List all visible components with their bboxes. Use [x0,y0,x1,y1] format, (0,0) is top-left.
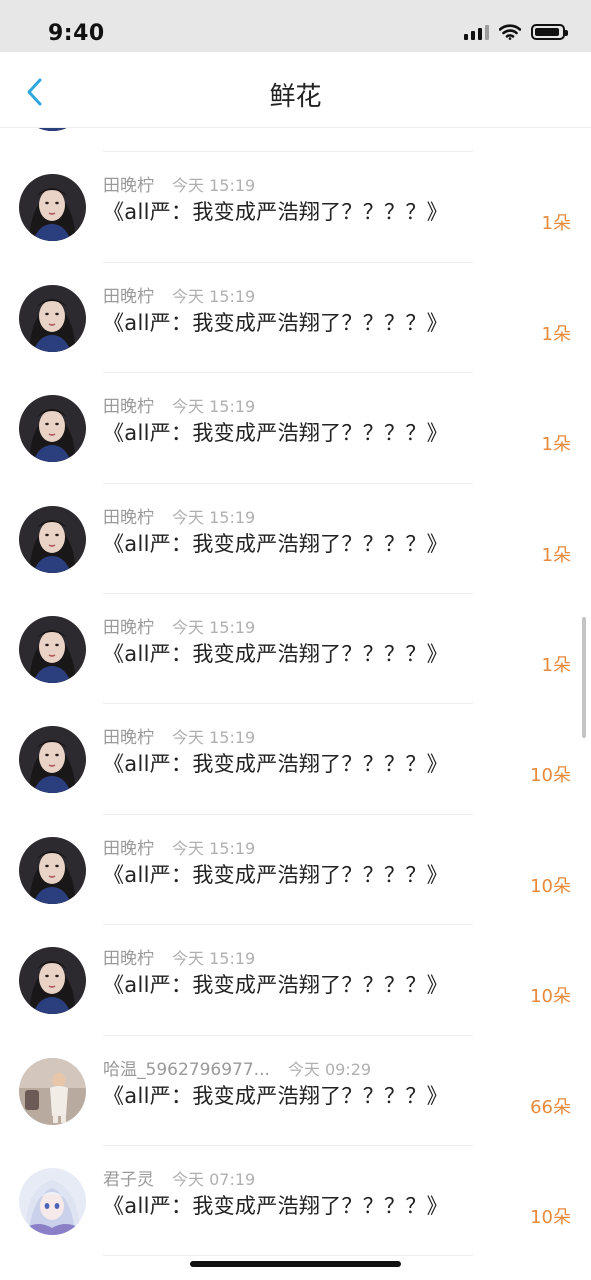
battery-icon [531,24,568,40]
timestamp: 今天 15:19 [172,176,256,196]
status-bar: 9:40 [0,0,591,52]
story-title[interactable]: 《all严：我变成严浩翔了？？？？》 [103,528,448,558]
timestamp: 今天 15:19 [172,728,256,748]
flower-count: 10朵 [530,1206,571,1228]
list-item[interactable]: 田晚柠 今天 15:19 《all严：我变成严浩翔了？？？？》 1朵 [0,152,591,263]
flower-count: 1朵 [541,544,571,566]
timestamp: 今天 09:29 [287,1059,372,1079]
list-item[interactable]: 君子灵 今天 07:19 《all严：我变成严浩翔了？？？？》 10朵 [0,1146,591,1257]
list-item[interactable]: 田晚柠 今天 15:19 《all严：我变成严浩翔了？？？？》 10朵 [0,925,591,1036]
username[interactable]: 田晚柠 [103,392,154,417]
username[interactable]: 田晚柠 [103,503,154,528]
list-item[interactable]: 田晚柠 今天 15:19 《all严：我变成严浩翔了？？？？》 1朵 [0,484,591,594]
item-meta: 君子灵 今天 07:19 [103,1165,255,1190]
flower-count: 1朵 [541,323,571,345]
username[interactable]: 田晚柠 [103,171,154,196]
flower-count: 1朵 [541,654,571,676]
timestamp: 今天 15:19 [172,507,256,527]
story-title[interactable]: 《all严：我变成严浩翔了？？？？》 [103,969,448,999]
flower-count: 10朵 [530,986,571,1008]
avatar[interactable] [19,128,86,131]
avatar[interactable] [19,726,86,794]
item-meta: 田晚柠 今天 15:19 [103,171,255,196]
list-item[interactable]: 《all严：我变成严浩翔了？？？？》 1朵 [0,128,591,153]
signal-icon [464,24,489,40]
list-item[interactable]: 田晚柠 今天 15:19 《all严：我变成严浩翔了？？？？》 10朵 [0,704,591,815]
avatar[interactable] [19,1057,86,1125]
item-meta: 田晚柠 今天 15:19 [103,944,255,969]
timestamp: 今天 07:19 [172,1169,256,1189]
item-meta: 哈温_5962796977... 今天 09:29 [103,1055,371,1080]
story-title[interactable]: 《all严：我变成严浩翔了？？？？》 [103,196,448,226]
list-item[interactable]: 田晚柠 今天 15:19 《all严：我变成严浩翔了？？？？》 1朵 [0,263,591,374]
status-time: 9:40 [48,21,105,46]
story-title[interactable]: 《all严：我变成严浩翔了？？？？》 [103,1080,448,1110]
list-item[interactable]: 哈温_5962796977... 今天 09:29 《all严：我变成严浩翔了？… [0,1036,591,1146]
timestamp: 今天 15:19 [172,838,256,858]
avatar[interactable] [19,836,86,904]
item-meta: 田晚柠 今天 15:19 [103,392,255,417]
list-item[interactable]: 田晚柠 今天 15:19 《all严：我变成严浩翔了？？？？》 10朵 [0,815,591,926]
flower-count: 1朵 [541,434,571,456]
story-title[interactable]: 《all严：我变成严浩翔了？？？？》 [103,748,448,778]
wifi-icon [499,24,521,40]
item-meta: 田晚柠 今天 15:19 [103,834,255,859]
nav-bar: 鲜花 [0,52,591,128]
item-meta: 田晚柠 今天 15:19 [103,613,255,638]
username[interactable]: 田晚柠 [103,282,154,307]
avatar[interactable] [19,1167,86,1235]
username[interactable]: 田晚柠 [103,723,154,748]
item-meta: 田晚柠 今天 15:19 [103,282,255,307]
flower-list[interactable]: 《all严：我变成严浩翔了？？？？》 1朵 田晚柠 今天 15:19 《all严… [0,128,591,1280]
item-meta: 田晚柠 今天 15:19 [103,723,255,748]
story-title[interactable]: 《all严：我变成严浩翔了？？？？》 [103,307,448,337]
username[interactable]: 田晚柠 [103,834,154,859]
status-icons [464,24,568,40]
avatar[interactable] [19,174,86,242]
story-title[interactable]: 《all严：我变成严浩翔了？？？？》 [103,859,448,889]
flower-count: 1朵 [541,213,571,235]
avatar[interactable] [19,395,86,463]
timestamp: 今天 15:19 [172,949,256,969]
username[interactable]: 田晚柠 [103,944,154,969]
story-title[interactable]: 《all严：我变成严浩翔了？？？？》 [103,417,448,447]
divider [103,1255,473,1257]
avatar[interactable] [19,615,86,683]
username[interactable]: 君子灵 [103,1165,154,1190]
username[interactable]: 田晚柠 [103,613,154,638]
timestamp: 今天 15:19 [172,397,256,417]
story-title[interactable]: 《all严：我变成严浩翔了？？？？》 [103,1190,448,1220]
item-meta: 田晚柠 今天 15:19 [103,503,255,528]
username[interactable]: 哈温_5962796977... [103,1055,270,1080]
avatar[interactable] [19,947,86,1015]
avatar[interactable] [19,284,86,352]
story-title[interactable]: 《all严：我变成严浩翔了？？？？》 [103,638,448,668]
timestamp: 今天 15:19 [172,617,256,637]
home-indicator[interactable] [190,1261,401,1267]
list-item[interactable]: 田晚柠 今天 15:19 《all严：我变成严浩翔了？？？？》 1朵 [0,594,591,705]
list-item[interactable]: 田晚柠 今天 15:19 《all严：我变成严浩翔了？？？？》 1朵 [0,373,591,484]
scrollbar[interactable] [582,617,586,738]
flower-count: 66朵 [530,1096,571,1118]
flower-count: 10朵 [530,875,571,897]
timestamp: 今天 15:19 [172,286,256,306]
avatar[interactable] [19,505,86,573]
page-title: 鲜花 [269,82,322,112]
flower-count: 10朵 [530,765,571,787]
